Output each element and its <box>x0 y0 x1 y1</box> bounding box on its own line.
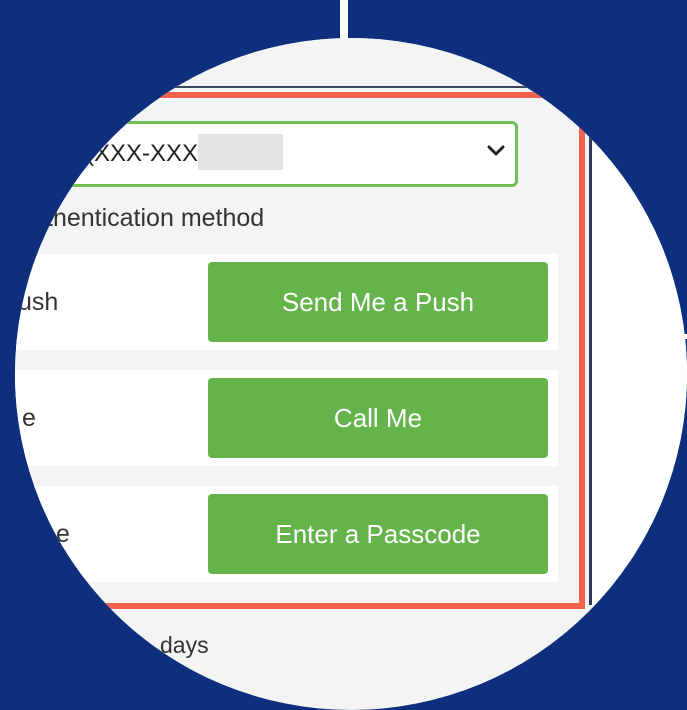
auth-method-heading: thentication method <box>46 204 265 232</box>
enter-passcode-button[interactable]: Enter a Passcode <box>208 494 548 574</box>
send-push-button[interactable]: Send Me a Push <box>208 262 548 342</box>
panel-border <box>589 95 592 605</box>
method-label-call: e <box>22 404 36 432</box>
method-row-push: ush Send Me a Push <box>15 254 558 350</box>
zoom-lens: (XXX-XXX- thentication method ush Send M… <box>15 38 687 710</box>
redacted-phone-digits <box>198 134 283 170</box>
method-row-call: e Call Me <box>15 370 558 466</box>
device-select-value: (XXX-XXX- <box>86 140 207 167</box>
remember-days-label: days <box>160 632 209 658</box>
call-me-button[interactable]: Call Me <box>208 378 548 458</box>
page-margin <box>592 90 687 610</box>
chevron-down-icon[interactable] <box>486 141 506 161</box>
method-row-passcode: e Enter a Passcode <box>15 486 558 582</box>
method-label-passcode: e <box>56 520 70 548</box>
panel-top-border <box>15 86 600 88</box>
method-label-push: ush <box>18 288 59 316</box>
